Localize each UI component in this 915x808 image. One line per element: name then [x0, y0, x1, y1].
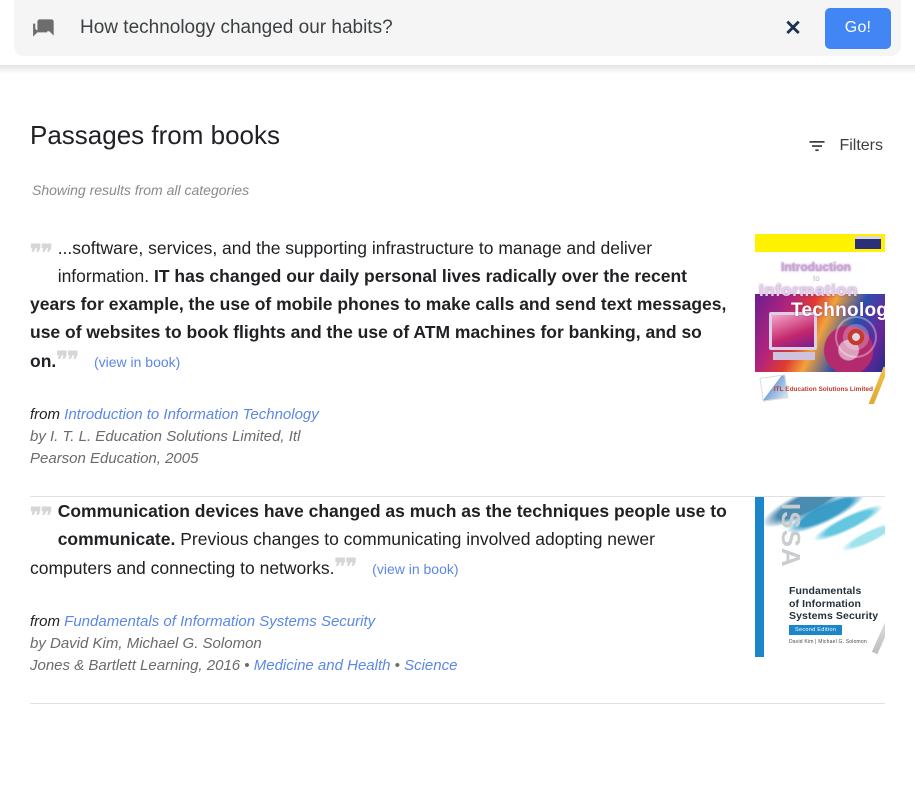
quote-open-icon: ❞❞	[30, 503, 53, 528]
cover-title-line1: Fundamentals	[789, 585, 862, 597]
clear-search-icon[interactable]: ✕	[773, 8, 813, 48]
view-in-book-link[interactable]: (view in book)	[372, 561, 458, 577]
book-cover-fundamentals-of-information-systems-security[interactable]: Jones & Bartlett Learning Information Sy…	[755, 497, 885, 657]
cover-title: Fundamentals of Information Systems Secu…	[789, 585, 878, 623]
search-input[interactable]	[80, 13, 773, 43]
passage-text: ...software, services, and the supportin…	[30, 234, 733, 376]
book-title-link[interactable]: Introduction to Information Technology	[64, 406, 319, 423]
result-item: ❞❞ Communication devices have changed as…	[30, 497, 885, 703]
filter-list-icon	[807, 136, 827, 156]
cover-face: ISSA Fundamentals of Information Systems…	[764, 497, 885, 657]
cover-imprint: ITL Education Solutions Limited	[773, 386, 873, 393]
cover-title-line3: Systems Security	[789, 610, 879, 622]
separator-bullet: •	[390, 657, 405, 674]
result-item: ❞❞ ...software, services, and the suppor…	[30, 234, 885, 496]
cover-title-line1: Introduction	[781, 260, 851, 274]
passage-text: Communication devices have changed as mu…	[30, 497, 733, 583]
book-title-link[interactable]: Fundamentals of Information Systems Secu…	[64, 613, 375, 630]
category-link-medicine-and-health[interactable]: Medicine and Health	[254, 657, 391, 674]
category-link-science[interactable]: Science	[404, 657, 457, 674]
result-divider	[30, 703, 885, 704]
cover-spine	[755, 497, 764, 657]
cover-monitor-stand-graphic	[773, 352, 815, 360]
book-cover-introduction-to-information-technology[interactable]: Introduction to Information Technology I…	[755, 234, 885, 404]
filters-button[interactable]: Filters	[805, 130, 885, 162]
page-title: Passages from books	[30, 120, 281, 150]
from-label: from	[30, 406, 60, 423]
cover-series-mark: ISSA	[776, 503, 806, 568]
cover-title-line2: of Information	[789, 597, 861, 610]
citation: from Introduction to Information Technol…	[30, 404, 733, 470]
quote-close-icon: ❞❞	[334, 554, 357, 579]
publisher-logo	[855, 236, 881, 249]
separator-bullet: •	[240, 657, 254, 674]
citation-publisher: Pearson Education, 2005	[30, 448, 733, 470]
citation-authors: by I. T. L. Education Solutions Limited,…	[30, 428, 301, 445]
top-search-region: ✕ Go!	[0, 0, 915, 74]
from-label: from	[30, 613, 60, 630]
publisher-text: Jones & Bartlett Learning, 2016	[30, 657, 241, 674]
results-list: ❞❞ ...software, services, and the suppor…	[30, 234, 885, 704]
results-page: Passages from books Filters Showing resu…	[0, 66, 915, 704]
quote-close-icon: ❞❞	[56, 347, 79, 372]
citation-title-line: from Introduction to Information Technol…	[30, 404, 733, 426]
cover-edition-badge: Second Edition	[789, 625, 843, 635]
page-header: Passages from books Filters	[30, 66, 885, 162]
citation-title-line: from Fundamentals of Information Systems…	[30, 611, 733, 633]
view-in-book-link[interactable]: (view in book)	[94, 354, 180, 370]
citation-authors: by David Kim, Michael G. Solomon	[30, 635, 262, 652]
cover-title-line3: Information	[759, 281, 858, 300]
cover-title-line4: Technology	[791, 300, 885, 321]
citation: from Fundamentals of Information Systems…	[30, 611, 733, 677]
result-content: ❞❞ Communication devices have changed as…	[30, 497, 755, 677]
cover-disc-graphic	[835, 316, 877, 358]
result-content: ❞❞ ...software, services, and the suppor…	[30, 234, 755, 470]
filters-label: Filters	[839, 137, 883, 154]
publisher-text: Pearson Education, 2005	[30, 450, 199, 467]
forum-icon	[32, 15, 58, 41]
go-button[interactable]: Go!	[825, 7, 891, 49]
cover-authors: David Kim | Michael G. Solomon	[789, 639, 867, 645]
search-bar: ✕ Go!	[14, 0, 901, 56]
results-subtitle: Showing results from all categories	[32, 182, 250, 198]
quote-open-icon: ❞❞	[30, 240, 53, 265]
citation-publisher: Jones & Bartlett Learning, 2016 • Medici…	[30, 655, 733, 677]
